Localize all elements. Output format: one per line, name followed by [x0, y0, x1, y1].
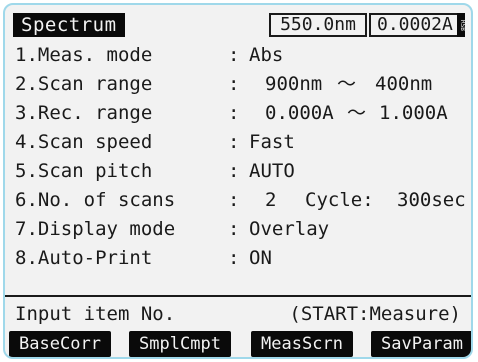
- scan-count-value: 2: [265, 189, 277, 211]
- setting-label: 6.No. of scans: [15, 189, 176, 211]
- scan-range-start: 900nm: [265, 73, 323, 95]
- savparam-button[interactable]: SavParam: [371, 331, 471, 357]
- cycle-value: 300sec: [397, 189, 466, 211]
- setting-label: 1.Meas. mode: [15, 44, 153, 66]
- colon: :: [228, 73, 240, 95]
- colon: :: [228, 131, 240, 153]
- setting-auto-print[interactable]: 8.Auto-Print : ON: [13, 244, 465, 273]
- rec-range-end: 1.000A: [379, 102, 448, 124]
- screen-title: Spectrum: [13, 13, 125, 37]
- measscrn-button[interactable]: MeasScrn: [251, 331, 353, 357]
- setting-display-mode[interactable]: 7.Display mode : Overlay: [13, 215, 465, 244]
- setting-label: 4.Scan speed: [15, 131, 153, 153]
- setting-scan-speed[interactable]: 4.Scan speed : Fast: [13, 128, 465, 157]
- rec-range-start: 0.000A: [265, 102, 334, 124]
- smplcmpt-button[interactable]: SmplCmpt: [129, 331, 231, 357]
- instrument-screen: Spectrum 550.0nm 0.0002A RSB 1.Meas. mod…: [3, 3, 473, 359]
- cycle-label: Cycle:: [305, 189, 374, 211]
- setting-value: Abs: [249, 44, 284, 66]
- setting-rec-range[interactable]: 3.Rec. range : 0.000A ～ 1.000A: [13, 99, 465, 128]
- setting-label: 3.Rec. range: [15, 102, 153, 124]
- setting-label: 8.Auto-Print: [15, 247, 153, 269]
- settings-list: 1.Meas. mode : Abs 2.Scan range : 900nm …: [13, 41, 466, 273]
- status-bar: Spectrum 550.0nm 0.0002A RSB: [13, 13, 466, 37]
- colon: :: [228, 160, 240, 182]
- range-separator: ～: [337, 73, 357, 95]
- side-indicator: RSB: [457, 13, 466, 37]
- setting-label: 2.Scan range: [15, 73, 153, 95]
- basecorr-button[interactable]: BaseCorr: [9, 331, 111, 357]
- prompt-text: Input item No.: [15, 303, 176, 325]
- setting-value: AUTO: [249, 160, 295, 182]
- setting-no-of-scans[interactable]: 6.No. of scans : 2 Cycle: 300sec: [13, 186, 466, 215]
- absorbance-readout: 0.0002A: [369, 13, 465, 37]
- colon: :: [228, 189, 240, 211]
- prompt-hint: (START:Measure): [289, 303, 461, 325]
- range-separator: ～: [347, 102, 367, 124]
- colon: :: [228, 44, 240, 66]
- colon: :: [228, 247, 240, 269]
- input-prompt: Input item No. (START:Measure): [13, 301, 465, 327]
- setting-scan-pitch[interactable]: 5.Scan pitch : AUTO: [13, 157, 465, 186]
- setting-label: 7.Display mode: [15, 218, 176, 240]
- setting-meas-mode[interactable]: 1.Meas. mode : Abs: [13, 41, 465, 70]
- setting-value: Overlay: [249, 218, 330, 240]
- function-key-bar: BaseCorr SmplCmpt MeasScrn SavParam: [9, 331, 471, 357]
- scan-range-end: 400nm: [375, 73, 433, 95]
- colon: :: [228, 102, 240, 124]
- wavelength-readout: 550.0nm: [269, 13, 367, 37]
- colon: :: [228, 218, 240, 240]
- setting-scan-range[interactable]: 2.Scan range : 900nm ～ 400nm: [13, 70, 465, 99]
- divider: [5, 295, 471, 297]
- setting-value: ON: [249, 247, 272, 269]
- setting-label: 5.Scan pitch: [15, 160, 153, 182]
- setting-value: Fast: [249, 131, 295, 153]
